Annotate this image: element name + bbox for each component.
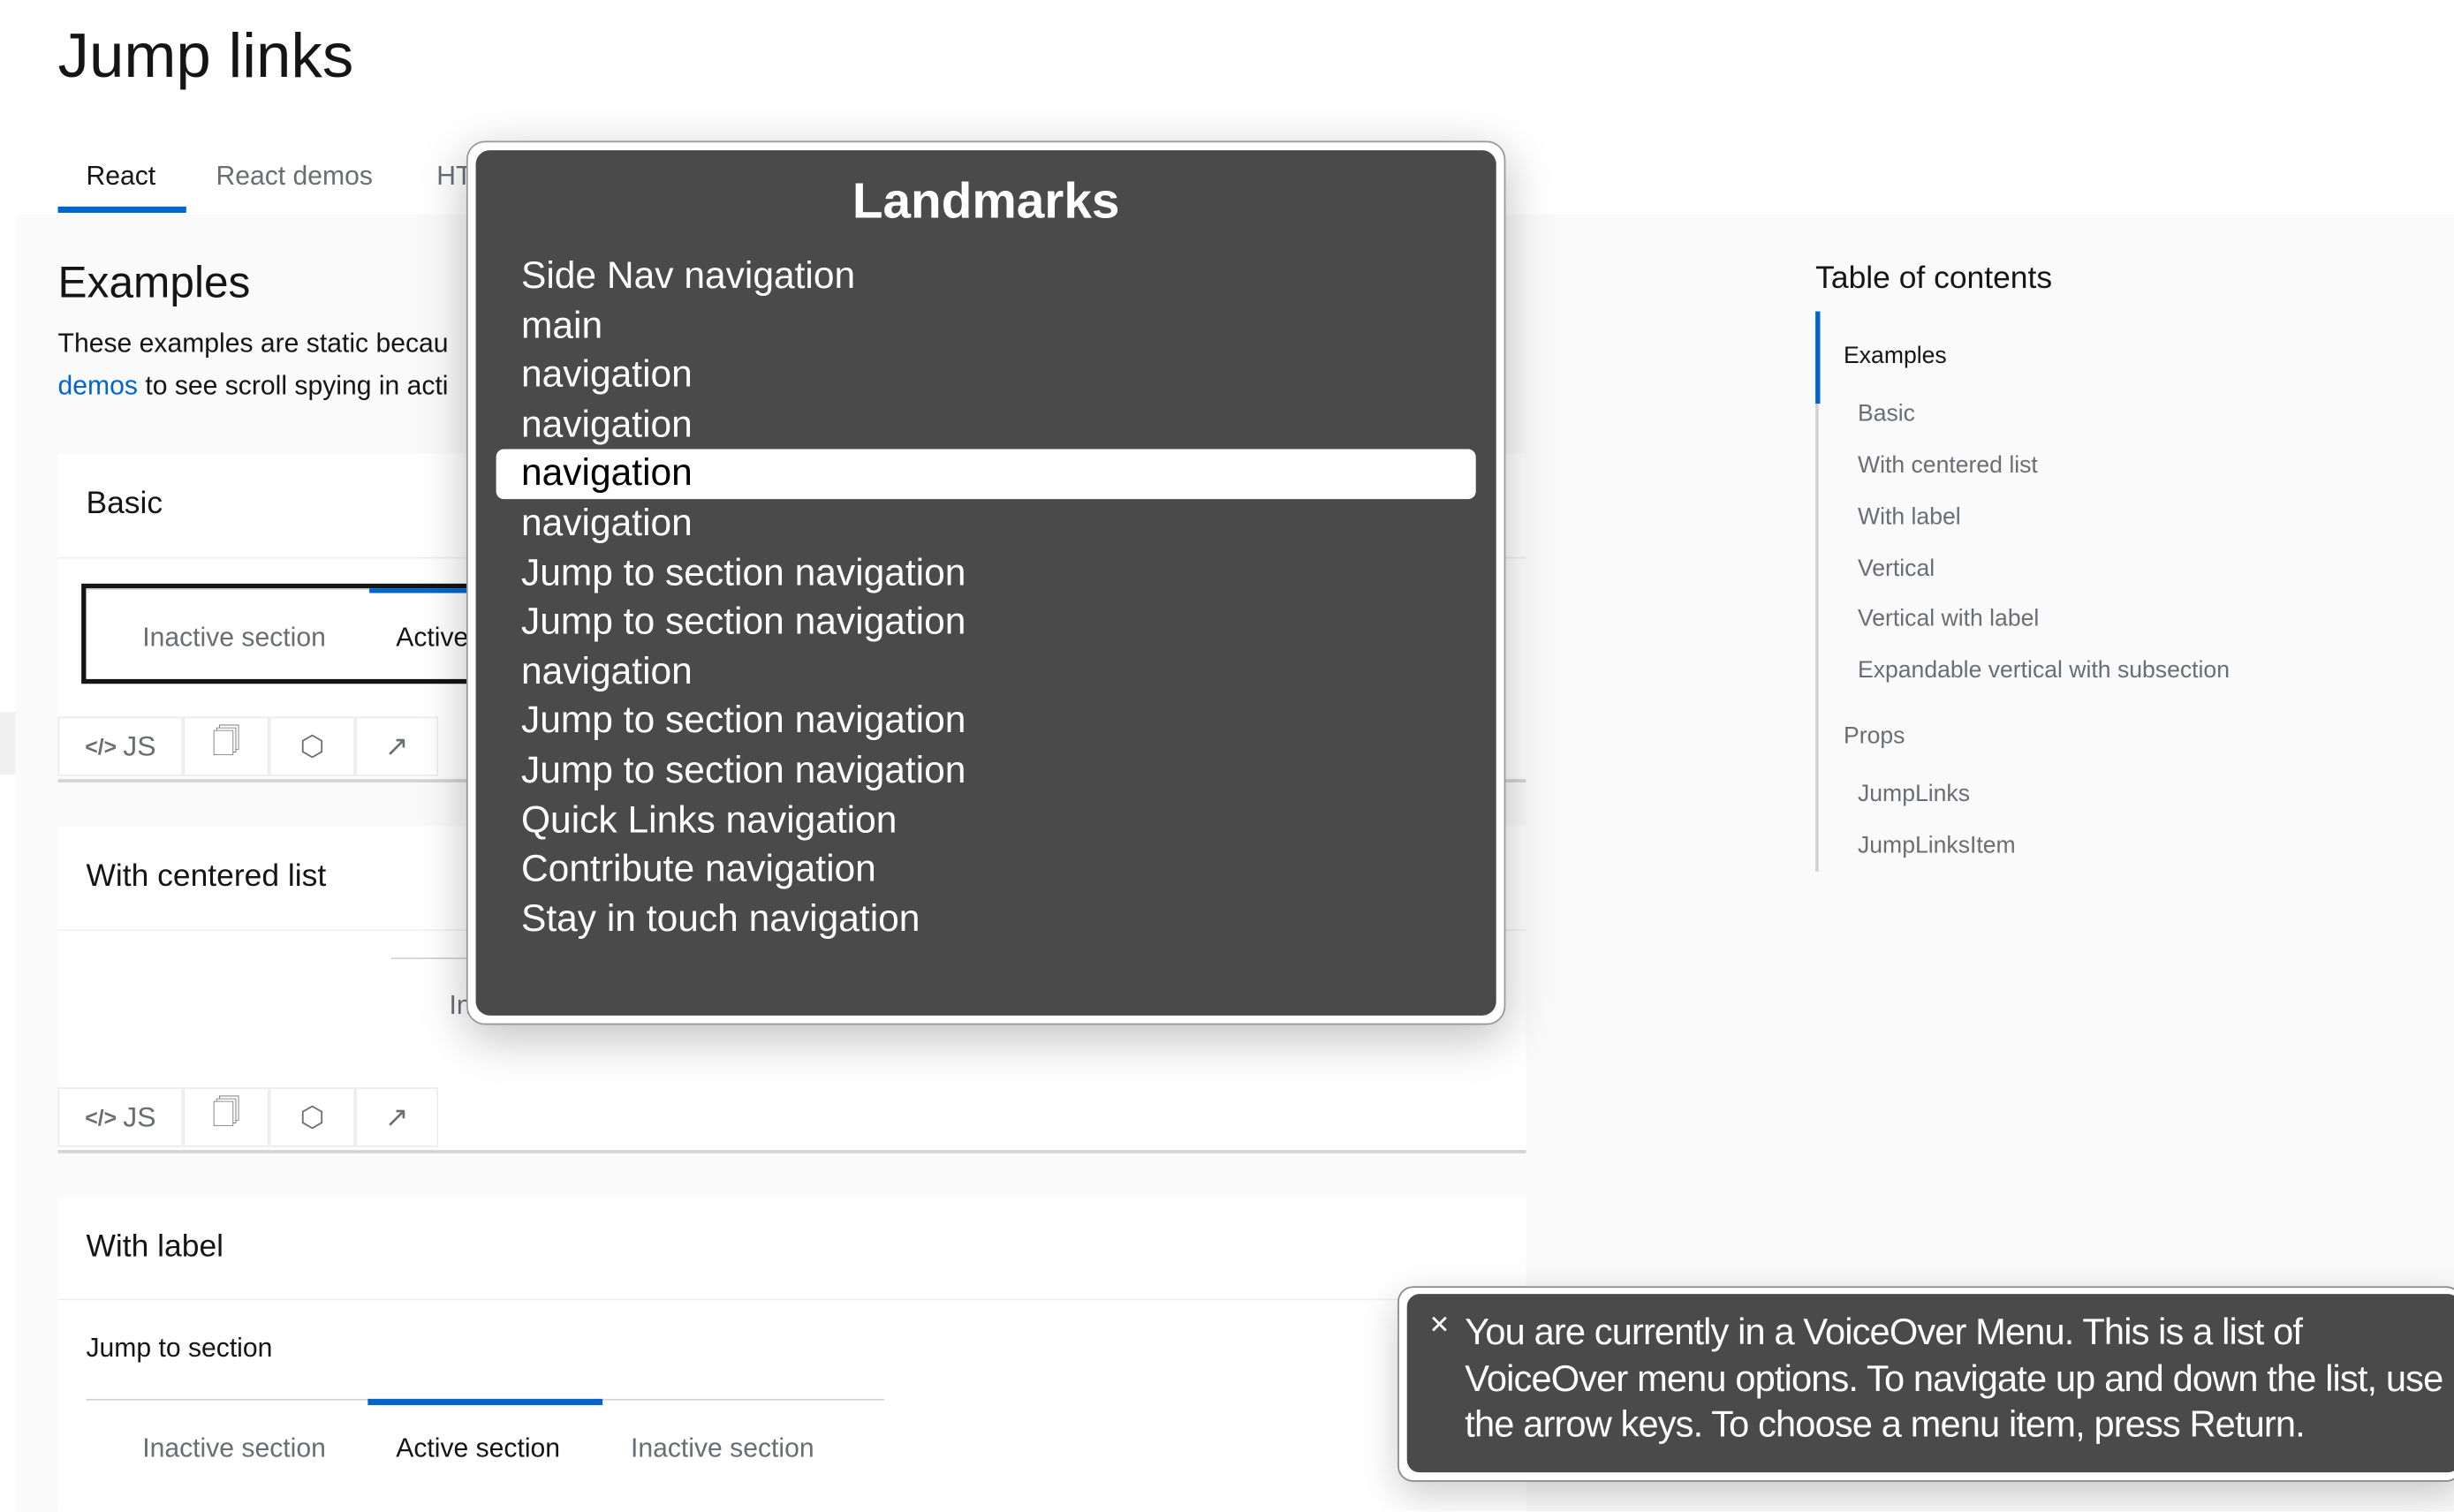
landmark-item[interactable]: Quick Links navigation — [496, 796, 1476, 846]
landmark-item[interactable]: navigation — [496, 450, 1476, 500]
toc-active-indicator — [1815, 311, 1821, 404]
landmark-item[interactable]: Jump to section navigation — [496, 548, 1476, 599]
external-link-icon: ↗ — [384, 1100, 409, 1132]
toggle-js-code-button[interactable]: </> JS — [57, 716, 184, 776]
codepen-button[interactable]: ⬡ — [269, 1087, 356, 1147]
open-external-button[interactable]: ↗ — [355, 1087, 439, 1147]
card-title: Basic — [86, 486, 163, 521]
active-tab-indicator — [57, 206, 186, 213]
landmark-item[interactable]: navigation — [496, 400, 1476, 450]
close-icon[interactable]: ✕ — [1429, 1310, 1450, 1341]
external-link-icon: ↗ — [384, 730, 409, 761]
landmark-item[interactable]: navigation — [496, 351, 1476, 401]
examples-description: These examples are static becau — [57, 329, 449, 359]
toc-item-props[interactable]: Props — [1844, 723, 1905, 750]
landmark-item[interactable]: Jump to section navigation — [496, 598, 1476, 648]
sidebar-edge — [0, 712, 16, 775]
toc-item-jumplinks[interactable]: JumpLinks — [1858, 781, 1970, 807]
jump-link-inactive[interactable]: Inactive section — [631, 1433, 814, 1464]
jump-link-active[interactable]: Active — [396, 623, 468, 654]
toggle-js-code-button[interactable]: </> JS — [57, 1087, 184, 1147]
js-label: JS — [123, 730, 156, 761]
landmark-item[interactable]: Jump to section navigation — [496, 697, 1476, 747]
jump-links-label: Jump to section — [86, 1333, 273, 1364]
codepen-button[interactable]: ⬡ — [269, 716, 356, 776]
active-indicator — [367, 1398, 603, 1405]
toc-item-expandable[interactable]: Expandable vertical with subsection — [1858, 657, 2230, 684]
voiceover-landmarks-menu: Landmarks Side Nav navigation main navigat… — [466, 140, 1506, 1025]
copy-button[interactable]: 🗍 — [183, 1087, 269, 1147]
toc-item-with-label[interactable]: With label — [1858, 503, 1961, 530]
landmarks-title: Landmarks — [852, 171, 1120, 229]
copy-button[interactable]: 🗍 — [183, 716, 269, 776]
toc-heading: Table of contents — [1815, 261, 2053, 296]
toc-item-basic[interactable]: Basic — [1858, 401, 1915, 427]
codepen-icon: ⬡ — [299, 730, 325, 761]
landmark-item[interactable]: main — [496, 301, 1476, 352]
react-demos-link[interactable]: demos — [58, 371, 138, 401]
code-icon: </> — [85, 1104, 117, 1130]
toc-item-jumplinksitem[interactable]: JumpLinksItem — [1858, 833, 2016, 859]
jump-link-inactive[interactable]: Inactive section — [142, 623, 326, 654]
landmark-item[interactable]: navigation — [496, 499, 1476, 549]
code-toolbar: </> JS 🗍 ⬡ ↗ — [57, 1087, 1526, 1153]
toc-item-vertical[interactable]: Vertical — [1858, 556, 1935, 582]
toc-item-vertical-label[interactable]: Vertical with label — [1858, 606, 2039, 632]
copy-icon: 🗍 — [212, 726, 240, 758]
divider — [57, 1298, 1526, 1301]
voiceover-hint-toast: ✕ You are currently in a VoiceOver Menu.… — [1397, 1286, 2454, 1482]
page-title: Jump links — [57, 21, 354, 91]
examples-description-line2: demos to see scroll spying in acti — [58, 371, 449, 402]
jump-link-active[interactable]: Active section — [396, 1433, 560, 1464]
copy-icon: 🗍 — [212, 1096, 240, 1129]
landmark-item[interactable]: Stay in touch navigation — [496, 895, 1476, 945]
landmark-item[interactable]: navigation — [496, 647, 1476, 698]
js-label: JS — [123, 1100, 156, 1132]
codepen-icon: ⬡ — [299, 1100, 325, 1132]
voiceover-hint-text: You are currently in a VoiceOver Menu. T… — [1465, 1311, 2443, 1445]
tab-react[interactable]: React — [86, 161, 155, 192]
card-title: With centered list — [86, 858, 327, 894]
open-external-button[interactable]: ↗ — [355, 716, 439, 776]
page: Jump links React React demos HTML Exampl… — [0, 0, 2454, 1512]
jump-link-inactive[interactable]: Inactive section — [142, 1433, 326, 1464]
card-title: With label — [86, 1229, 224, 1265]
code-icon: </> — [85, 733, 117, 760]
landmark-item[interactable]: Contribute navigation — [496, 845, 1476, 896]
landmark-item[interactable]: Side Nav navigation — [496, 252, 1476, 302]
landmark-item[interactable]: Jump to section navigation — [496, 746, 1476, 797]
toc-item-centered[interactable]: With centered list — [1858, 452, 2038, 479]
toc-item-examples[interactable]: Examples — [1844, 343, 1947, 369]
example-card-with-label: With label Jump to section Inactive sect… — [57, 1197, 1526, 1512]
examples-heading: Examples — [57, 258, 251, 307]
description-text: to see scroll spying in acti — [137, 370, 449, 401]
tab-react-demos[interactable]: React demos — [216, 161, 372, 192]
